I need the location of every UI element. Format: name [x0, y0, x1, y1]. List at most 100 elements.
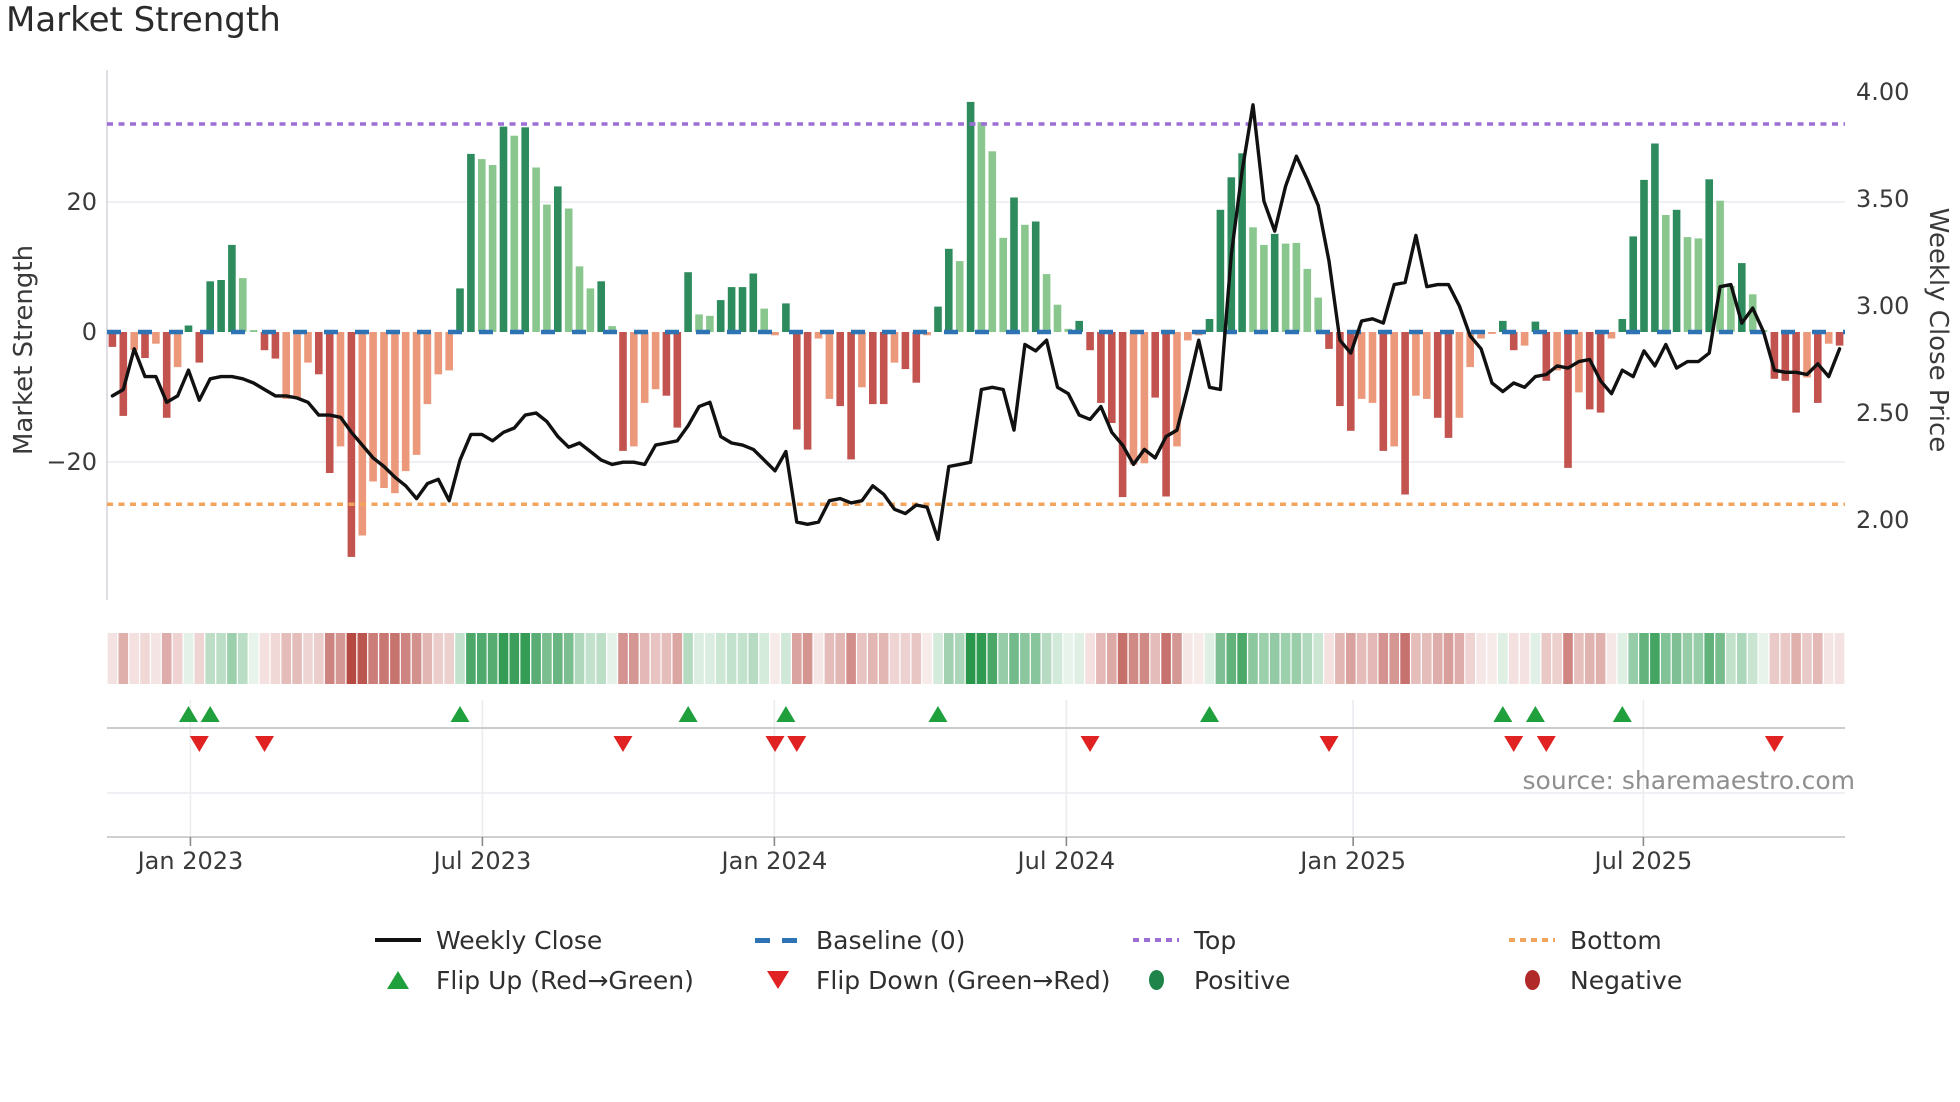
heatmap-cell: [422, 633, 433, 684]
strength-bar: [858, 332, 866, 388]
bottom-dots-icon: [1506, 938, 1558, 942]
flip-up-marker: [1612, 706, 1632, 722]
flip-down-marker: [255, 736, 275, 752]
heatmap-cell: [1769, 633, 1780, 684]
strength-bar: [1042, 274, 1051, 332]
heatmap-cell: [1834, 633, 1845, 684]
heatmap-cell: [781, 633, 791, 684]
strength-bar: [879, 332, 888, 405]
heatmap-cell: [1639, 633, 1649, 684]
left-axis-tick-label: 0: [81, 318, 97, 346]
flip-down-marker: [1504, 736, 1524, 752]
flip-up-marker: [678, 706, 698, 722]
strength-bar: [554, 186, 562, 332]
strength-bar: [478, 159, 486, 332]
heatmap-cell: [1335, 633, 1345, 684]
chart-title: Market Strength: [6, 0, 281, 40]
flip-down-marker: [1319, 736, 1339, 752]
strength-bar: [423, 332, 432, 405]
heatmap-cell: [1041, 633, 1052, 684]
heatmap-cell: [368, 633, 378, 684]
strength-bar: [488, 165, 497, 332]
heatmap-cell: [1139, 633, 1150, 684]
legend-row-1: Weekly Close Baseline (0) Top Bottom: [372, 920, 1772, 960]
strength-bar: [271, 332, 280, 359]
heatmap-cell: [107, 633, 118, 684]
heatmap-cell: [1671, 633, 1682, 684]
heatmap-cell: [238, 633, 248, 684]
strength-bar: [467, 153, 475, 332]
heatmap-cell: [1172, 633, 1182, 684]
strength-bar: [1835, 332, 1844, 346]
heatmap-cell: [1269, 633, 1280, 684]
heatmap-cell: [542, 633, 552, 684]
heatmap-cell: [259, 633, 270, 684]
heatmap-cell: [1400, 633, 1410, 684]
heatmap-cell: [292, 633, 302, 684]
heatmap-cell: [1813, 633, 1823, 684]
flip-down-marker: [1080, 736, 1100, 752]
positive-dot-icon: [1130, 970, 1182, 990]
strength-bar: [206, 281, 214, 332]
strength-bar: [239, 278, 247, 332]
strength-bar: [651, 332, 660, 390]
strength-bar: [260, 332, 269, 351]
heatmap-cell: [1302, 633, 1313, 684]
strength-bar: [543, 204, 551, 332]
flip-up-marker: [200, 706, 220, 722]
flip-up-triangle-icon: [372, 971, 424, 989]
heatmap-cell: [1291, 633, 1302, 684]
right-axis-tick-label: 3.00: [1856, 292, 1910, 320]
strength-bar: [315, 332, 323, 375]
heatmap-cell: [1508, 633, 1519, 684]
strength-bar: [184, 325, 193, 332]
strength-bar: [619, 332, 627, 451]
strength-bar: [325, 332, 334, 473]
left-axis-title: Market Strength: [9, 244, 39, 456]
heatmap-cell: [563, 633, 574, 684]
heatmap-cell: [400, 633, 411, 684]
weekly-close-line-icon: [372, 938, 424, 942]
heatmap-cell: [1606, 633, 1617, 684]
legend-item-flip-up: Flip Up (Red→Green): [372, 966, 752, 995]
heatmap-cell: [1367, 633, 1378, 684]
strength-bar: [1314, 297, 1322, 332]
flip-up-marker: [1525, 706, 1545, 722]
legend-label: Flip Up (Red→Green): [436, 965, 694, 995]
heatmap-cell: [846, 633, 856, 684]
heatmap-cell: [1791, 633, 1801, 684]
legend-item-weekly-close: Weekly Close: [372, 926, 752, 955]
strength-bar: [1303, 268, 1312, 332]
heatmap-cell: [813, 633, 824, 684]
heatmap-cell: [1780, 633, 1791, 684]
heatmap-cell: [759, 633, 769, 684]
flip-down-marker: [787, 736, 807, 752]
heatmap-cell: [585, 633, 596, 684]
heatmap-cell: [618, 633, 628, 684]
heatmap-cell: [1356, 633, 1367, 684]
heatmap-cell: [1074, 633, 1084, 684]
heatmap-cell: [1823, 633, 1834, 684]
strength-bar: [1129, 332, 1138, 465]
strength-bar: [1021, 224, 1029, 333]
strength-bar: [1683, 237, 1692, 332]
heatmap-cell: [498, 633, 509, 684]
heatmap-cell: [1704, 633, 1714, 684]
heatmap-cell: [1802, 633, 1812, 684]
heatmap-cell: [726, 633, 737, 684]
flip-up-marker: [1200, 706, 1220, 722]
right-axis-tick-label: 2.00: [1856, 506, 1910, 534]
strength-bar: [630, 332, 638, 447]
legend-item-negative: Negative: [1506, 966, 1772, 995]
strength-bar: [1108, 332, 1116, 423]
heatmap-cell: [118, 633, 129, 684]
heatmap-cell: [303, 633, 313, 684]
strength-bar: [1423, 332, 1431, 399]
flip-down-triangle-icon: [752, 971, 804, 989]
right-axis-title: Weekly Close Price: [1923, 207, 1953, 453]
heatmap-cell: [824, 633, 835, 684]
heatmap-cell: [1324, 633, 1334, 684]
strength-bar: [706, 315, 714, 333]
heatmap-cell: [1226, 633, 1237, 684]
heatmap-cell: [1389, 633, 1399, 684]
